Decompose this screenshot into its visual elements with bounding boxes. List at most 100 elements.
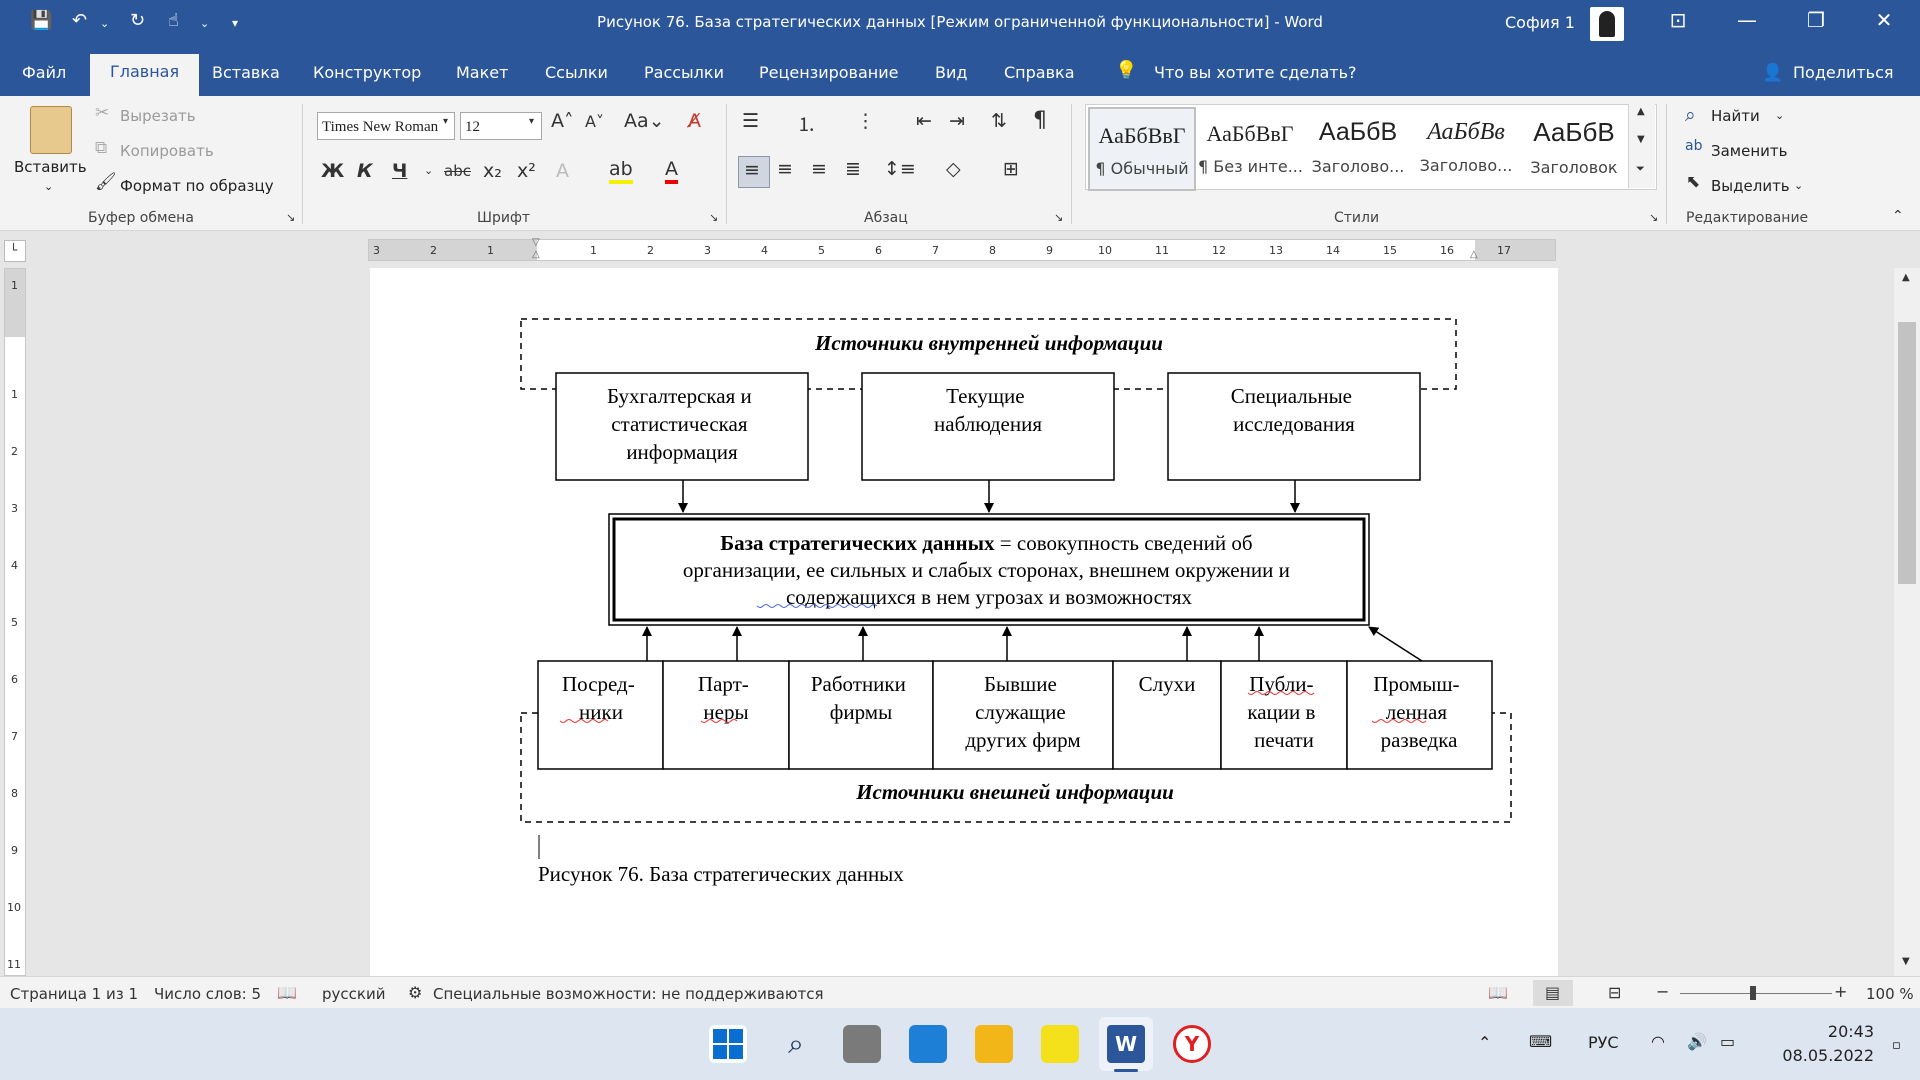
first-line-indent-marker[interactable]: ▽ [532,237,540,248]
select-dropdown-icon[interactable]: ⌄ [1794,179,1803,192]
clock-time[interactable]: 20:43 [1806,1022,1874,1041]
language-indicator[interactable]: русский [322,985,385,1003]
proofing-icon[interactable]: 📖 [277,983,297,1002]
grow-font-icon[interactable]: A˄ [551,110,574,132]
cut-button[interactable]: Вырезать [120,107,196,125]
vertical-scrollbar[interactable]: ▲ ▼ [1894,268,1920,976]
task-view-icon[interactable] [843,1025,881,1063]
shrink-font-icon[interactable]: A˅ [585,112,604,131]
close-icon[interactable]: ✕ [1864,8,1904,32]
styles-more-icon[interactable]: ⏷ [1636,162,1645,176]
align-center-icon[interactable]: ≡ [777,158,793,180]
web-layout-icon[interactable]: ⊟ [1608,983,1621,1002]
tab-insert[interactable]: Вставка [212,63,280,82]
scroll-thumb[interactable] [1898,322,1916,584]
highlight-icon[interactable]: ab [609,158,633,184]
bold-icon[interactable]: Ж [321,160,344,182]
paste-icon[interactable] [30,106,72,154]
style-heading-2[interactable]: АаБбВв Заголово... [1414,107,1518,187]
style-no-spacing[interactable]: АаБбВвГ ¶ Без инте... [1198,107,1302,187]
font-size-dropdown-icon[interactable]: ▾ [529,116,534,127]
underline-dropdown-icon[interactable]: ⌄ [424,164,433,177]
zoom-in-icon[interactable]: + [1834,982,1847,1001]
align-left-button[interactable]: ≡ [738,156,770,188]
find-dropdown-icon[interactable]: ⌄ [1775,109,1784,122]
tab-selector[interactable]: └ [4,240,26,262]
accessibility-icon[interactable]: ⚙ [408,983,422,1002]
tab-file[interactable]: Файл [22,63,66,82]
restore-icon[interactable]: ❐ [1796,8,1836,32]
page-count[interactable]: Страница 1 из 1 [10,985,138,1003]
zoom-out-icon[interactable]: − [1656,982,1669,1001]
avatar[interactable] [1590,7,1624,41]
sticky-notes-icon[interactable] [1041,1025,1079,1063]
scroll-down-icon[interactable]: ▼ [1902,956,1910,967]
font-color-icon[interactable]: A [665,158,678,184]
styles-launcher-icon[interactable]: ↘ [1649,211,1658,224]
change-case-icon[interactable]: Aa⌄ [624,110,665,132]
styles-scroll[interactable]: ▲ ▼ ⏷ [1628,104,1655,188]
share-button[interactable]: Поделиться [1793,63,1894,82]
style-title[interactable]: АаБбВ Заголовок [1522,107,1626,187]
start-icon[interactable] [709,1025,747,1063]
zoom-slider-thumb[interactable] [1750,986,1756,1000]
superscript-icon[interactable]: x² [517,160,536,182]
tab-review[interactable]: Рецензирование [759,63,898,82]
increase-indent-icon[interactable]: ⇥ [949,110,965,132]
battery-icon[interactable]: ▭ [1720,1032,1735,1051]
hanging-indent-marker[interactable]: △ [532,249,540,260]
paragraph-launcher-icon[interactable]: ↘ [1054,211,1063,224]
ribbon-display-options-icon[interactable]: ⊡ [1658,8,1698,32]
justify-icon[interactable]: ≣ [845,158,861,180]
underline-icon[interactable]: Ч [392,160,407,182]
yandex-browser-icon[interactable]: Y [1173,1025,1211,1063]
sort-icon[interactable]: ⇅ [991,110,1007,132]
style-normal[interactable]: АаБбВвГ ¶ Обычный [1088,107,1196,191]
paste-button[interactable]: Вставить [14,158,87,176]
document-page[interactable]: Источники внутренней информации Бухгалте… [370,268,1558,976]
font-launcher-icon[interactable]: ↘ [709,211,718,224]
replace-button[interactable]: Заменить [1711,142,1788,160]
word-count[interactable]: Число слов: 5 [154,985,261,1003]
search-icon[interactable]: ⌕ [777,1025,815,1063]
tab-help[interactable]: Справка [1004,63,1075,82]
styles-down-icon[interactable]: ▼ [1637,134,1645,145]
find-button[interactable]: Найти [1711,107,1760,125]
decrease-indent-icon[interactable]: ⇤ [916,110,932,132]
font-name-field[interactable]: Times New Roman [317,112,455,140]
tab-design[interactable]: Конструктор [313,63,421,82]
minimize-icon[interactable]: — [1727,8,1767,32]
clear-formatting-icon[interactable]: A̸ [688,110,701,132]
bullets-icon[interactable]: ☰ [742,110,759,132]
borders-icon[interactable]: ⊞ [1003,158,1019,180]
select-button[interactable]: Выделить [1711,177,1790,195]
accessibility-status[interactable]: Специальные возможности: не поддерживают… [433,985,823,1003]
align-right-icon[interactable]: ≡ [811,158,827,180]
tab-references[interactable]: Ссылки [545,63,608,82]
style-heading-1[interactable]: АаБбВ Заголово... [1306,107,1410,187]
clock-date[interactable]: 08.05.2022 [1766,1046,1874,1065]
print-layout-button[interactable]: ▤ [1533,980,1573,1006]
italic-icon[interactable]: К [357,160,373,182]
tab-mailings[interactable]: Рассылки [644,63,724,82]
notifications-icon[interactable]: ▫ [1892,1038,1901,1053]
text-effects-icon[interactable]: A [556,160,569,182]
multilevel-list-icon[interactable]: ⋮ [856,110,875,132]
format-painter-button[interactable]: Формат по образцу [120,177,274,195]
volume-icon[interactable]: 🔊 [1687,1032,1707,1051]
line-spacing-icon[interactable]: ↕≡ [884,158,916,180]
wifi-icon[interactable]: ◠ [1651,1032,1665,1051]
paste-dropdown-icon[interactable]: ⌄ [44,180,53,193]
input-language[interactable]: РУС [1588,1033,1619,1052]
copy-button[interactable]: Копировать [120,142,214,160]
collapse-ribbon-icon[interactable]: ⌃ [1892,208,1904,224]
keyboard-icon[interactable]: ⌨ [1529,1032,1552,1051]
file-explorer-icon[interactable] [975,1025,1013,1063]
styles-up-icon[interactable]: ▲ [1637,106,1645,117]
shading-icon[interactable]: ◇ [946,158,961,180]
user-name[interactable]: София 1 [1505,13,1575,32]
mail-icon[interactable] [909,1025,947,1063]
show-formatting-icon[interactable]: ¶ [1033,108,1047,133]
subscript-icon[interactable]: x₂ [483,160,502,182]
clipboard-launcher-icon[interactable]: ↘ [286,211,295,224]
